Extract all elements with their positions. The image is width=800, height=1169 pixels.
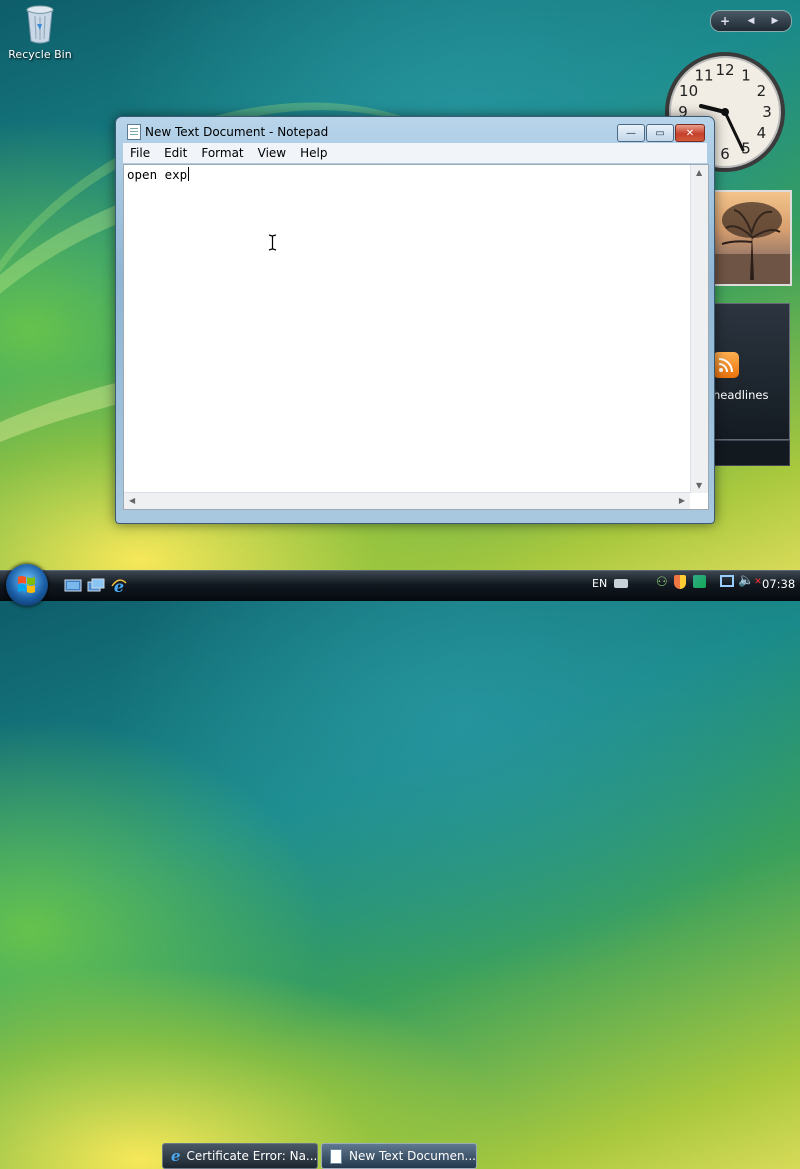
network-icon[interactable] <box>720 575 734 587</box>
gadget-panel <box>712 440 790 466</box>
taskbar-item-label: Certificate Error: Na... <box>186 1149 318 1163</box>
text-caret <box>188 167 190 181</box>
clock-number: 6 <box>720 145 730 163</box>
menu-file[interactable]: File <box>123 146 157 160</box>
minimize-button[interactable]: — <box>617 124 645 142</box>
notepad-window[interactable]: New Text Document - Notepad — ▭ ✕ File E… <box>115 116 715 524</box>
language-indicator[interactable]: EN <box>592 577 607 590</box>
scroll-left-icon[interactable]: ◀ <box>129 496 135 505</box>
text-editor-area[interactable]: open exp ▲ ▼ ◀ ▶ <box>123 164 709 510</box>
maximize-button[interactable]: ▭ <box>646 124 674 142</box>
menu-help[interactable]: Help <box>293 146 334 160</box>
clock-number: 11 <box>694 67 713 85</box>
internet-explorer-icon: e <box>171 1147 181 1165</box>
clock-number: 10 <box>679 82 698 100</box>
menu-format[interactable]: Format <box>194 146 250 160</box>
keyboard-icon[interactable] <box>614 579 628 588</box>
tree-photo-icon <box>714 202 790 284</box>
close-button[interactable]: ✕ <box>675 124 705 142</box>
menu-bar: File Edit Format View Help <box>123 143 707 163</box>
horizontal-scrollbar[interactable]: ◀ ▶ <box>124 492 690 509</box>
ibeam-cursor-icon <box>268 234 277 251</box>
clock-number: 2 <box>757 82 767 100</box>
security-shield-icon[interactable] <box>674 575 686 589</box>
taskbar: e e Certificate Error: Na... New Text Do… <box>0 570 800 1169</box>
recycle-bin-desktop-icon[interactable]: Recycle Bin <box>4 2 76 61</box>
recycle-bin-icon <box>25 4 55 44</box>
editor-content: open exp <box>127 167 188 182</box>
window-title: New Text Document - Notepad <box>145 125 329 139</box>
internet-explorer-quicklaunch-icon[interactable]: e <box>110 577 128 596</box>
scroll-up-icon[interactable]: ▲ <box>696 168 702 177</box>
add-gadget-button[interactable]: + <box>711 14 739 28</box>
title-bar[interactable]: New Text Document - Notepad — ▭ ✕ <box>116 117 714 145</box>
next-gadget-button[interactable]: ▶ <box>763 16 787 26</box>
scroll-right-icon[interactable]: ▶ <box>679 496 685 505</box>
rss-icon <box>713 352 739 378</box>
vertical-scrollbar[interactable]: ▲ ▼ <box>690 165 708 493</box>
notepad-icon <box>330 1148 343 1164</box>
slideshow-gadget[interactable] <box>712 190 792 286</box>
taskbar-item-notepad[interactable]: New Text Documen... <box>321 1143 477 1169</box>
windows-defender-icon[interactable] <box>693 575 706 588</box>
clock-number: 4 <box>757 124 767 142</box>
network-users-icon[interactable]: ⚇ <box>656 575 668 590</box>
clock-number: 3 <box>762 103 772 121</box>
recycle-bin-label: Recycle Bin <box>8 48 72 61</box>
show-desktop-icon[interactable] <box>64 577 82 595</box>
feed-headlines-label: headlines <box>713 388 769 402</box>
sidebar-controls: + ◀ ▶ <box>710 10 792 32</box>
scroll-down-icon[interactable]: ▼ <box>696 481 702 490</box>
switch-windows-icon[interactable] <box>87 577 105 595</box>
notepad-icon <box>127 124 141 140</box>
clock-number: 12 <box>715 61 734 79</box>
menu-view[interactable]: View <box>251 146 293 160</box>
feed-headlines-gadget[interactable]: headlines <box>712 303 790 440</box>
clock-time[interactable]: 07:38 <box>762 577 795 591</box>
volume-muted-icon[interactable]: 🔈✕ <box>738 573 762 588</box>
clock-number: 1 <box>741 67 751 85</box>
menu-edit[interactable]: Edit <box>157 146 194 160</box>
editor-text-line: open exp <box>127 167 190 182</box>
taskbar-item-ie[interactable]: e Certificate Error: Na... <box>162 1143 318 1169</box>
taskbar-item-label: New Text Documen... <box>349 1149 476 1163</box>
prev-gadget-button[interactable]: ◀ <box>739 16 763 26</box>
